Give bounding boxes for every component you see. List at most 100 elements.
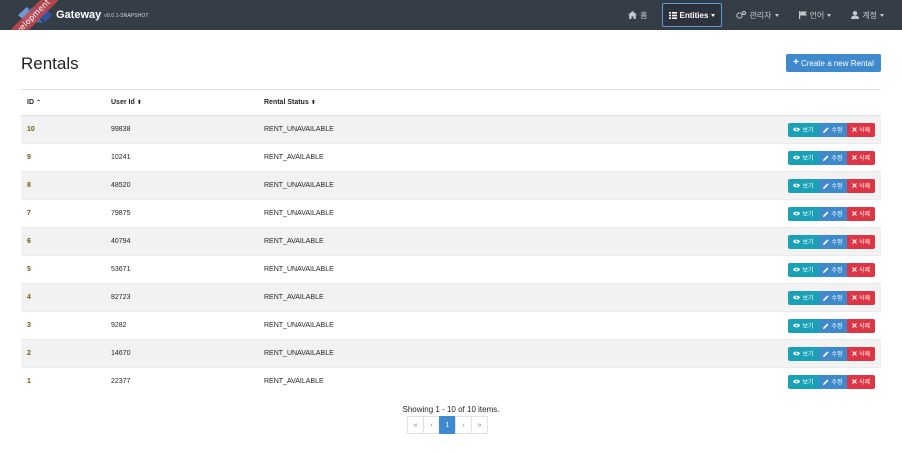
row-id-link[interactable]: 9 <box>27 154 31 161</box>
delete-button[interactable]: 삭제 <box>847 150 875 165</box>
page-next[interactable]: › <box>455 416 472 434</box>
page-1[interactable]: 1 <box>439 416 456 434</box>
delete-button[interactable]: 삭제 <box>847 290 875 305</box>
close-icon <box>852 379 857 385</box>
table-body: 10 99838 RENT_UNAVAILABLE 보기 수정 삭제 9 102… <box>21 115 881 396</box>
delete-button[interactable]: 삭제 <box>847 206 875 221</box>
row-rental-status: RENT_UNAVAILABLE <box>264 199 564 228</box>
table-row: 8 48520 RENT_UNAVAILABLE 보기 수정 삭제 <box>21 171 881 200</box>
row-actions: 보기 수정 삭제 <box>788 374 875 389</box>
nav-admin[interactable]: 관리자 <box>730 3 784 27</box>
nav-entities[interactable]: Entities <box>661 3 723 27</box>
row-rental-status: RENT_AVAILABLE <box>264 227 564 256</box>
table-row: 1 22377 RENT_AVAILABLE 보기 수정 삭제 <box>21 367 881 396</box>
table-row: 9 10241 RENT_AVAILABLE 보기 수정 삭제 <box>21 143 881 172</box>
pencil-icon <box>823 322 830 329</box>
row-id-link[interactable]: 8 <box>27 182 31 189</box>
view-button[interactable]: 보기 <box>788 234 819 249</box>
row-user-id: 48520 <box>111 171 264 200</box>
create-rental-button[interactable]: + Create a new Rental <box>786 54 881 72</box>
row-actions: 보기 수정 삭제 <box>788 206 875 221</box>
view-button[interactable]: 보기 <box>788 374 819 389</box>
delete-button[interactable]: 삭제 <box>847 346 875 361</box>
edit-button[interactable]: 수정 <box>819 346 847 361</box>
row-id-link[interactable]: 6 <box>27 238 31 245</box>
nav-account[interactable]: 계정 <box>845 3 890 27</box>
row-id-link[interactable]: 10 <box>27 126 35 133</box>
view-button[interactable]: 보기 <box>788 122 819 137</box>
view-button[interactable]: 보기 <box>788 290 819 305</box>
pagination: « ‹ 1 › » <box>407 416 488 434</box>
delete-button[interactable]: 삭제 <box>847 318 875 333</box>
eye-icon <box>793 323 801 328</box>
nav-home[interactable]: 홈 <box>622 3 653 27</box>
delete-button[interactable]: 삭제 <box>847 374 875 389</box>
pencil-icon <box>823 266 830 273</box>
pencil-icon <box>823 350 830 357</box>
header-rental-status[interactable]: Rental Status ⬍ <box>264 89 564 116</box>
row-id-link[interactable]: 3 <box>27 322 31 329</box>
header-id[interactable]: ID ⌃ <box>21 89 111 116</box>
pencil-icon <box>823 126 830 133</box>
row-id-link[interactable]: 4 <box>27 294 31 301</box>
view-button[interactable]: 보기 <box>788 150 819 165</box>
page-last[interactable]: » <box>471 416 488 434</box>
edit-button[interactable]: 수정 <box>819 122 847 137</box>
nav-language-label: 언어 <box>809 10 825 20</box>
edit-button[interactable]: 수정 <box>819 178 847 193</box>
edit-button[interactable]: 수정 <box>819 206 847 221</box>
delete-button[interactable]: 삭제 <box>847 122 875 137</box>
navbar: Development Gateway v0.0.1-SNAPSHOT 홈 En… <box>0 0 902 30</box>
sort-asc-icon: ⌃ <box>36 100 42 106</box>
brand-version: v0.0.1-SNAPSHOT <box>104 13 149 19</box>
row-rental-status: RENT_AVAILABLE <box>264 143 564 172</box>
edit-button[interactable]: 수정 <box>819 262 847 277</box>
nav-language[interactable]: 언어 <box>793 3 838 27</box>
edit-button[interactable]: 수정 <box>819 234 847 249</box>
delete-button[interactable]: 삭제 <box>847 234 875 249</box>
close-icon <box>852 183 857 188</box>
header-user-id[interactable]: User Id ⬍ <box>111 89 264 116</box>
edit-button[interactable]: 수정 <box>819 290 847 305</box>
pencil-icon <box>823 379 830 385</box>
edit-button[interactable]: 수정 <box>819 150 847 165</box>
pencil-icon <box>823 210 830 217</box>
view-button[interactable]: 보기 <box>788 318 819 333</box>
nav-entities-label: Entities <box>679 10 709 20</box>
eye-icon <box>793 267 801 272</box>
items-summary: Showing 1 - 10 of 10 items. <box>402 405 500 414</box>
list-icon <box>668 11 677 19</box>
page-first[interactable]: « <box>407 416 424 434</box>
user-icon <box>851 11 860 19</box>
row-actions: 보기 수정 삭제 <box>788 290 875 305</box>
table-row: 5 53671 RENT_UNAVAILABLE 보기 수정 삭제 <box>21 255 881 284</box>
view-button[interactable]: 보기 <box>788 206 819 221</box>
edit-button[interactable]: 수정 <box>819 374 847 389</box>
eye-icon <box>793 155 801 160</box>
table-header-row: ID ⌃ User Id ⬍ Rental Status ⬍ <box>21 89 881 116</box>
row-rental-status: RENT_UNAVAILABLE <box>264 255 564 284</box>
row-id-link[interactable]: 5 <box>27 266 31 273</box>
nav-home-label: 홈 <box>640 10 648 20</box>
view-button[interactable]: 보기 <box>788 178 819 193</box>
nav-account-label: 계정 <box>862 10 877 20</box>
eye-icon <box>793 239 801 244</box>
page-prev[interactable]: ‹ <box>423 416 440 434</box>
view-button[interactable]: 보기 <box>788 346 819 361</box>
chevron-down-icon <box>711 13 716 17</box>
row-id-link[interactable]: 7 <box>27 210 31 217</box>
row-actions: 보기 수정 삭제 <box>788 178 875 193</box>
delete-button[interactable]: 삭제 <box>847 178 875 193</box>
row-user-id: 10241 <box>111 143 264 172</box>
edit-button[interactable]: 수정 <box>819 318 847 333</box>
row-rental-status: RENT_UNAVAILABLE <box>264 339 564 368</box>
row-rental-status: RENT_UNAVAILABLE <box>264 115 564 144</box>
close-icon <box>852 295 857 300</box>
row-id-link[interactable]: 1 <box>27 378 31 385</box>
row-user-id: 14670 <box>111 339 264 368</box>
row-id-link[interactable]: 2 <box>27 350 31 357</box>
create-rental-label: Create a new Rental <box>800 58 874 68</box>
view-button[interactable]: 보기 <box>788 262 819 277</box>
main-nav: 홈 Entities 관리자 언어 계정 <box>614 0 890 30</box>
delete-button[interactable]: 삭제 <box>847 262 875 277</box>
